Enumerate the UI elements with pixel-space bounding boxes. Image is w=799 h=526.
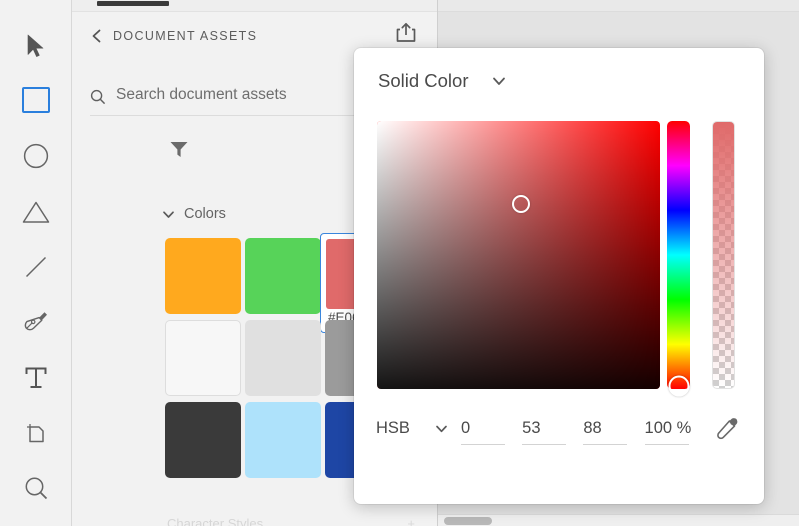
select-tool[interactable] (16, 28, 56, 63)
circle-icon (23, 143, 49, 169)
color-model-label: HSB (376, 419, 410, 437)
swatch-color-chip[interactable] (245, 238, 321, 314)
ellipse-tool[interactable] (16, 139, 56, 174)
canvas-top-strip (438, 0, 799, 12)
filter-button[interactable] (166, 138, 192, 164)
text-tool[interactable] (16, 360, 56, 395)
color-swatch[interactable] (245, 320, 325, 402)
color-model-dropdown[interactable]: HSB (376, 410, 449, 438)
field-underline (522, 444, 567, 445)
chevron-left-icon[interactable] (90, 29, 104, 43)
hue-slider-handle[interactable] (668, 375, 689, 397)
alpha-gradient-overlay (713, 122, 734, 388)
zoom-tool[interactable] (16, 471, 56, 506)
saturation-field[interactable]: 53 (520, 410, 571, 445)
swatch-color-chip[interactable] (165, 320, 241, 396)
brightness-layer (377, 121, 660, 389)
canvas-horizontal-scrollbar[interactable] (438, 514, 799, 526)
application-window: DOCUMENT ASSETS Search document assets C… (0, 0, 799, 526)
share-export-button[interactable] (393, 22, 419, 48)
field-underline (460, 444, 505, 445)
artboard-tool[interactable] (16, 415, 56, 450)
artboard-icon (23, 420, 49, 446)
color-swatch[interactable] (165, 238, 245, 320)
search-icon (90, 89, 106, 105)
color-picker-popover: Solid Color HSB 0 53 88 100 % (354, 48, 764, 504)
tool-rail (0, 0, 72, 526)
colors-section-header[interactable]: Colors (162, 206, 226, 222)
chevron-down-icon (434, 421, 449, 436)
colors-section-label: Colors (184, 206, 226, 222)
line-icon (24, 255, 48, 279)
text-t-icon (24, 365, 48, 391)
color-swatch[interactable] (165, 320, 245, 402)
line-tool[interactable] (16, 249, 56, 284)
hue-field-value[interactable]: 0 (459, 410, 510, 444)
page-title: DOCUMENT ASSETS (113, 29, 258, 43)
fill-type-label: Solid Color (378, 70, 469, 91)
brightness-field-value[interactable]: 88 (581, 410, 632, 444)
eyedropper-icon (715, 416, 741, 447)
alpha-field-value[interactable]: 100 % (643, 410, 694, 444)
rectangle-tool[interactable] (21, 87, 50, 113)
character-styles-section-label: Character Styles (167, 516, 264, 526)
saturation-field-value[interactable]: 53 (520, 410, 571, 444)
polygon-tool[interactable] (16, 194, 56, 229)
swatch-color-chip[interactable] (245, 402, 321, 478)
alpha-slider[interactable] (712, 121, 735, 389)
add-character-style-button[interactable]: + (407, 516, 415, 526)
color-swatch[interactable] (245, 402, 325, 484)
hue-field[interactable]: 0 (459, 410, 510, 445)
active-tab-indicator (97, 1, 169, 6)
chevron-down-icon (491, 73, 507, 89)
color-swatch[interactable] (245, 238, 325, 320)
color-swatch[interactable] (165, 402, 245, 484)
chevron-down-icon (162, 208, 175, 221)
pen-nib-icon (23, 309, 49, 335)
filter-funnel-icon (169, 140, 189, 163)
magnifier-icon (23, 475, 49, 501)
field-underline (583, 444, 628, 445)
scrollbar-thumb[interactable] (444, 517, 492, 525)
cursor-arrow-icon (25, 34, 47, 58)
rectangle-icon (24, 89, 48, 110)
fill-type-dropdown[interactable]: Solid Color (378, 70, 507, 92)
panel-tab-strip[interactable] (72, 0, 437, 12)
color-values-row: HSB 0 53 88 100 % (376, 410, 744, 472)
swatch-color-chip[interactable] (165, 238, 241, 314)
saturation-brightness-field[interactable] (377, 121, 660, 389)
hue-slider[interactable] (667, 121, 690, 397)
brightness-field[interactable]: 88 (581, 410, 632, 445)
share-export-icon (396, 22, 416, 49)
eyedropper-button[interactable] (712, 414, 744, 448)
alpha-field[interactable]: 100 % (643, 410, 694, 445)
field-underline (644, 444, 689, 445)
saturation-brightness-handle[interactable] (512, 195, 531, 214)
swatch-color-chip[interactable] (165, 402, 241, 478)
swatch-color-chip[interactable] (245, 320, 321, 396)
triangle-icon (22, 200, 50, 224)
pen-tool[interactable] (16, 305, 56, 340)
